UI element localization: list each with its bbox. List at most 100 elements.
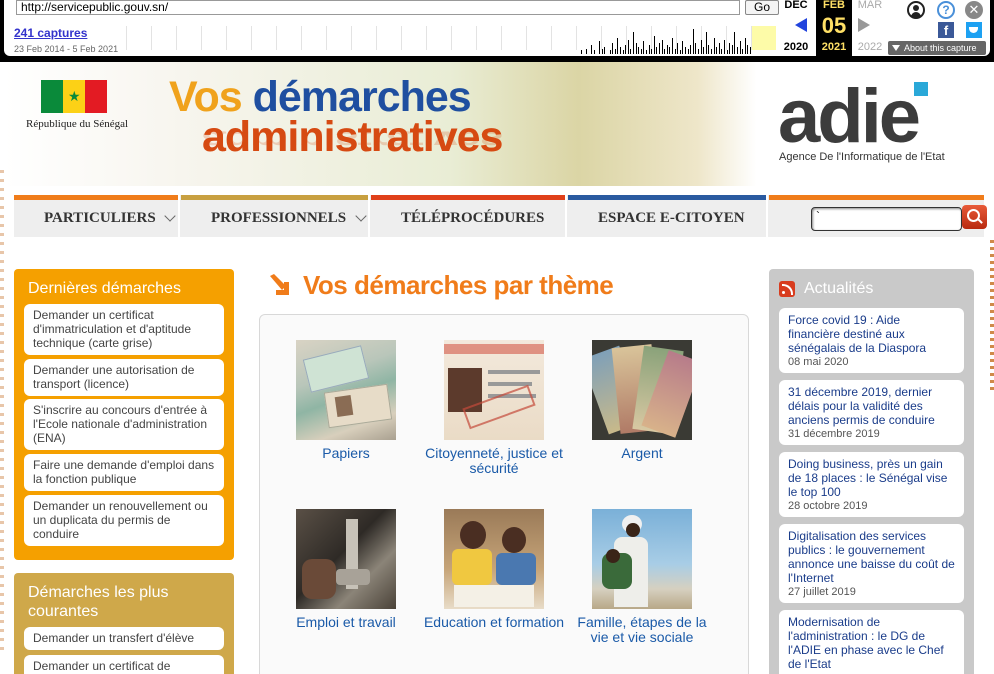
sewing-machine-photo[interactable] [296, 509, 396, 609]
theme-education[interactable]: Education et formation [420, 509, 568, 630]
sparkline-year-divider [551, 26, 552, 50]
next-arrow-icon[interactable] [858, 18, 870, 32]
children-reading-photo[interactable] [444, 509, 544, 609]
id-cards-photo[interactable] [296, 340, 396, 440]
sparkline-bar [601, 48, 603, 54]
recent-procedures-title: Dernières démarches [28, 280, 181, 297]
help-icon[interactable]: ? [937, 1, 955, 19]
theme-label[interactable]: Papiers [272, 446, 420, 461]
news-item-title[interactable]: Force covid 19 : Aide financière destiné… [788, 313, 955, 355]
sparkline-bar [713, 37, 715, 54]
sparkline-bar [648, 45, 650, 54]
theme-label[interactable]: Citoyenneté, justice et sécurité [420, 446, 568, 476]
theme-famille[interactable]: Famille, étapes de la vie et vie sociale [568, 509, 716, 645]
main-title: Vos démarches par thème [303, 270, 614, 300]
news-item[interactable]: Force covid 19 : Aide financière destiné… [779, 308, 964, 373]
theme-label[interactable]: Famille, étapes de la vie et vie sociale [568, 615, 716, 645]
nav-particuliers[interactable]: PARTICULIERS [14, 195, 180, 237]
theme-argent[interactable]: Argent [568, 340, 716, 461]
sparkline-bar [731, 45, 733, 54]
sparkline-bar [679, 50, 681, 54]
sparkline-bar [586, 48, 588, 54]
sparkline-year-divider [751, 26, 752, 50]
common-procedure-link[interactable]: Demander un certificat de [24, 655, 224, 674]
news-item-title[interactable]: 31 décembre 2019, dernier délais pour la… [788, 385, 955, 427]
adie-logo[interactable]: adie [778, 79, 921, 155]
user-icon[interactable] [907, 1, 925, 19]
sparkline-bar [653, 36, 655, 54]
recent-procedure-link[interactable]: S'inscrire au concours d'entrée à l'Ecol… [24, 399, 224, 450]
wayback-url-input[interactable]: http://servicepublic.gouv.sn/ [16, 0, 740, 15]
arrow-down-right-icon [270, 274, 289, 295]
sparkline-bar [703, 46, 705, 54]
common-procedure-link[interactable]: Demander un transfert d'élève [24, 627, 224, 650]
banknotes-photo[interactable] [592, 340, 692, 440]
about-capture-button[interactable]: About this capture [888, 41, 986, 55]
sparkline-year-divider [476, 26, 477, 50]
sparkline-bar [614, 48, 616, 54]
news-item[interactable]: Doing business, près un gain de 18 place… [779, 452, 964, 517]
site-banner: ★ République du Sénégal Vos démarches ad… [4, 62, 994, 186]
theme-citoyennete[interactable]: Citoyenneté, justice et sécurité [420, 340, 568, 476]
prev-arrow-icon[interactable] [795, 18, 807, 32]
sparkline-bar [625, 45, 627, 54]
site-title-reflection: administratives [202, 125, 503, 155]
recent-procedure-link[interactable]: Faire une demande d'emploi dans la fonct… [24, 454, 224, 491]
recent-procedure-link[interactable]: Demander un certificat d'immatriculation… [24, 304, 224, 355]
theme-label[interactable]: Argent [568, 446, 716, 461]
sparkline-bar [630, 48, 632, 54]
news-title: Actualités [804, 280, 874, 297]
sparkline-bar [599, 41, 601, 54]
news-item-title[interactable]: Modernisation de l'administration : le D… [788, 615, 955, 671]
sparkline-year-divider [176, 26, 177, 50]
wayback-prev-month-label: DEC [784, 0, 808, 11]
search-input[interactable]: ` [811, 207, 962, 231]
sparkline-year-divider [326, 26, 327, 50]
wayback-go-button[interactable]: Go [745, 0, 779, 15]
theme-label[interactable]: Emploi et travail [272, 615, 420, 630]
rss-icon[interactable] [779, 281, 795, 297]
sparkline-year-divider [526, 26, 527, 50]
recent-procedure-link[interactable]: Demander un renouvellement ou un duplica… [24, 495, 224, 546]
edge-decoration [0, 170, 4, 650]
twitter-icon[interactable] [966, 22, 982, 38]
mother-child-photo[interactable] [592, 509, 692, 609]
sparkline-bar [661, 39, 663, 54]
wayback-next-month[interactable]: MAR 2022 [852, 0, 888, 56]
facebook-icon[interactable]: f [938, 22, 954, 38]
wayback-sparkline[interactable] [126, 22, 778, 54]
search-button[interactable] [962, 205, 987, 229]
sparkline-bar [594, 50, 595, 54]
sparkline-year-divider [201, 26, 202, 50]
sparkline-bar [674, 48, 676, 54]
close-icon[interactable]: ✕ [965, 1, 983, 19]
theme-papiers[interactable]: Papiers [272, 340, 420, 461]
news-item[interactable]: Modernisation de l'administration : le D… [779, 610, 964, 674]
theme-label[interactable]: Education et formation [420, 615, 568, 630]
news-item-title[interactable]: Digitalisation des services publics : le… [788, 529, 955, 585]
news-item[interactable]: Digitalisation des services publics : le… [779, 524, 964, 603]
sparkline-bar [734, 32, 736, 54]
voter-card-photo[interactable] [444, 340, 544, 440]
nav-espace-ecitoyen[interactable]: ESPACE E-CITOYEN [568, 195, 768, 237]
recent-procedure-link[interactable]: Demander une autorisation de transport (… [24, 359, 224, 396]
nav-professionnels[interactable]: PROFESSIONNELS [181, 195, 370, 237]
wayback-prev-month[interactable]: DEC 2020 [778, 0, 814, 56]
sparkline-bar [692, 28, 694, 54]
sparkline-bar [581, 50, 582, 54]
sparkline-bar [643, 41, 645, 54]
wayback-current-day: 05 [821, 13, 847, 38]
sparkline-bar [695, 43, 697, 54]
wayback-captures-link[interactable]: 241 captures [14, 26, 87, 40]
news-item-date: 28 octobre 2019 [788, 500, 868, 512]
sparkline-bar [724, 39, 725, 54]
sparkline-bar [744, 37, 746, 54]
news-box: Actualités Force covid 19 : Aide financi… [769, 269, 974, 674]
wayback-panel: http://servicepublic.gouv.sn/ Go 241 cap… [4, 0, 990, 56]
news-item[interactable]: 31 décembre 2019, dernier délais pour la… [779, 380, 964, 445]
sparkline-year-divider [426, 26, 427, 50]
sparkline-bar [687, 48, 689, 54]
news-item-title[interactable]: Doing business, près un gain de 18 place… [788, 457, 955, 499]
theme-emploi[interactable]: Emploi et travail [272, 509, 420, 630]
nav-teleprocedures[interactable]: TÉLÉPROCÉDURES [371, 195, 567, 237]
